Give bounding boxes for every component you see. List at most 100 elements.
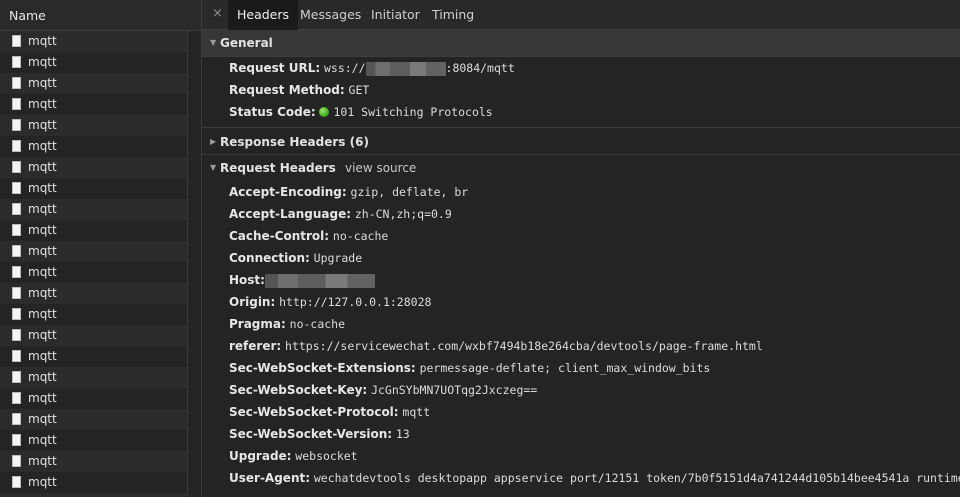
header-name: referer: bbox=[229, 339, 282, 353]
header-name: Pragma: bbox=[229, 317, 286, 331]
header-value: permessage-deflate; client_max_window_bi… bbox=[419, 361, 711, 375]
header-row: Accept-Encoding: gzip, deflate, br bbox=[229, 182, 468, 202]
document-icon bbox=[12, 287, 21, 299]
header-value: websocket bbox=[295, 449, 358, 463]
list-item[interactable]: mqtt bbox=[0, 94, 188, 115]
request-name: mqtt bbox=[28, 160, 57, 174]
header-row: Sec-WebSocket-Version: 13 bbox=[229, 424, 410, 444]
header-row: Accept-Language: zh-CN,zh;q=0.9 bbox=[229, 204, 452, 224]
view-source-link[interactable]: view source bbox=[345, 155, 416, 181]
tab-messages[interactable]: Messages bbox=[300, 0, 361, 29]
tab-headers[interactable]: Headers bbox=[228, 0, 299, 31]
header-row: Host: bbox=[229, 270, 375, 290]
request-name: mqtt bbox=[28, 349, 57, 363]
header-value: zh-CN,zh;q=0.9 bbox=[354, 207, 452, 221]
tab-timing[interactable]: Timing bbox=[432, 0, 474, 29]
response-headers-section-header[interactable]: ▶ Response Headers (6) bbox=[202, 129, 960, 155]
list-scrollbar[interactable] bbox=[189, 31, 201, 497]
header-value: no-cache bbox=[332, 229, 389, 243]
list-item[interactable]: mqtt bbox=[0, 52, 188, 73]
close-details-button[interactable]: × bbox=[212, 6, 223, 21]
list-item[interactable]: mqtt bbox=[0, 115, 188, 136]
header-row: Origin: http://127.0.0.1:28028 bbox=[229, 292, 431, 312]
request-name: mqtt bbox=[28, 475, 57, 489]
document-icon bbox=[12, 119, 21, 131]
document-icon bbox=[12, 329, 21, 341]
list-item[interactable]: mqtt bbox=[0, 430, 188, 451]
header-name: Sec-WebSocket-Extensions: bbox=[229, 361, 416, 375]
list-item[interactable]: mqtt bbox=[0, 304, 188, 325]
tab-initiator[interactable]: Initiator bbox=[371, 0, 420, 29]
request-name: mqtt bbox=[28, 139, 57, 153]
request-name: mqtt bbox=[28, 328, 57, 342]
header-name: Connection: bbox=[229, 251, 310, 265]
name-column-header[interactable]: Name bbox=[0, 0, 201, 31]
header-row: Sec-WebSocket-Protocol: mqtt bbox=[229, 402, 430, 422]
redacted-host-blur bbox=[264, 273, 375, 288]
list-item[interactable]: mqtt bbox=[0, 388, 188, 409]
general-section-title: General bbox=[220, 36, 273, 50]
request-name: mqtt bbox=[28, 454, 57, 468]
list-item[interactable]: mqtt bbox=[0, 136, 188, 157]
header-value: https://servicewechat.com/wxbf7494b18e26… bbox=[285, 339, 763, 353]
list-item[interactable]: mqtt bbox=[0, 283, 188, 304]
document-icon bbox=[12, 203, 21, 215]
redacted-host-blur bbox=[365, 61, 446, 76]
request-name: mqtt bbox=[28, 265, 57, 279]
list-item[interactable]: mqtt bbox=[0, 472, 188, 493]
request-url-label: Request URL: bbox=[229, 61, 321, 75]
header-value: gzip, deflate, br bbox=[350, 185, 469, 199]
request-name: mqtt bbox=[28, 433, 57, 447]
header-value: http://127.0.0.1:28028 bbox=[279, 295, 432, 309]
list-item[interactable]: mqtt bbox=[0, 262, 188, 283]
header-row: Upgrade: websocket bbox=[229, 446, 358, 466]
list-item[interactable]: mqtt bbox=[0, 325, 188, 346]
document-icon bbox=[12, 371, 21, 383]
general-section-header[interactable]: ▼ General bbox=[202, 30, 960, 57]
request-name: mqtt bbox=[28, 76, 57, 90]
document-icon bbox=[12, 35, 21, 47]
list-item[interactable]: mqtt bbox=[0, 241, 188, 262]
document-icon bbox=[12, 56, 21, 68]
caret-right-icon: ▶ bbox=[210, 137, 217, 146]
caret-down-icon: ▼ bbox=[210, 38, 217, 47]
request-method-row: Request Method: GET bbox=[229, 80, 369, 100]
list-item[interactable]: mqtt bbox=[0, 493, 188, 497]
header-row: Cache-Control: no-cache bbox=[229, 226, 388, 246]
header-value: no-cache bbox=[289, 317, 346, 331]
request-headers-section-header[interactable]: ▼ Request Headers view source bbox=[202, 155, 960, 181]
list-item[interactable]: mqtt bbox=[0, 199, 188, 220]
list-item[interactable]: mqtt bbox=[0, 409, 188, 430]
header-row: Sec-WebSocket-Key: JcGnSYbMN7UOTqg2Jxcze… bbox=[229, 380, 537, 400]
section-divider bbox=[202, 127, 960, 128]
list-item[interactable]: mqtt bbox=[0, 451, 188, 472]
header-value: JcGnSYbMN7UOTqg2Jxczeg== bbox=[371, 383, 538, 397]
document-icon bbox=[12, 266, 21, 278]
document-icon bbox=[12, 224, 21, 236]
request-name-list: mqtt mqtt mqtt mqtt mqtt mqtt mqtt mqtt mqtt mqtt… bbox=[0, 31, 201, 497]
request-name: mqtt bbox=[28, 34, 57, 48]
header-value: mqtt bbox=[402, 405, 431, 419]
details-tabbar: × Headers Messages Initiator Timing bbox=[202, 0, 960, 31]
list-item[interactable]: mqtt bbox=[0, 178, 188, 199]
request-name: mqtt bbox=[28, 412, 57, 426]
request-name: mqtt bbox=[28, 55, 57, 69]
header-name: Sec-WebSocket-Key: bbox=[229, 383, 368, 397]
header-row: Connection: Upgrade bbox=[229, 248, 362, 268]
list-item[interactable]: mqtt bbox=[0, 346, 188, 367]
status-code-row: Status Code: 101 Switching Protocols bbox=[229, 102, 493, 122]
document-icon bbox=[12, 350, 21, 362]
request-name: mqtt bbox=[28, 97, 57, 111]
list-item[interactable]: mqtt bbox=[0, 73, 188, 94]
list-item[interactable]: mqtt bbox=[0, 31, 188, 52]
response-headers-title: Response Headers (6) bbox=[220, 135, 369, 149]
header-name: Cache-Control: bbox=[229, 229, 330, 243]
header-name: Accept-Language: bbox=[229, 207, 352, 221]
list-item[interactable]: mqtt bbox=[0, 220, 188, 241]
document-icon bbox=[12, 392, 21, 404]
header-row: Pragma: no-cache bbox=[229, 314, 345, 334]
list-item[interactable]: mqtt bbox=[0, 157, 188, 178]
header-row: User-Agent: wechatdevtools desktopapp ap… bbox=[229, 468, 960, 488]
request-headers-title: Request Headers bbox=[220, 161, 336, 175]
list-item[interactable]: mqtt bbox=[0, 367, 188, 388]
